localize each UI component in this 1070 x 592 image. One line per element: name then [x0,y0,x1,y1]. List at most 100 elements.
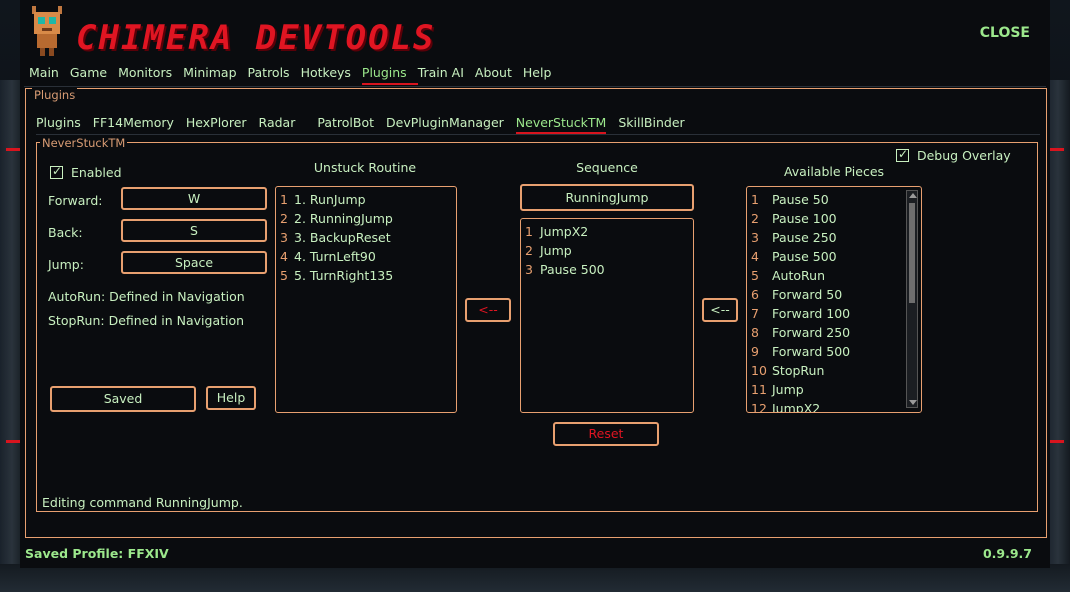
piece-item[interactable]: 5 AutoRun [747,266,921,285]
tab-radar[interactable]: Radar [259,115,296,134]
jump-label: Jump: [48,257,84,272]
back-label: Back: [48,225,83,240]
row-label: 3. BackupReset [294,230,391,245]
scroll-thumb[interactable] [909,203,915,303]
frame-notch [1050,440,1064,443]
row-number: 2 [280,211,288,226]
scroll-up-icon[interactable] [909,193,917,198]
back-key-button[interactable]: S [121,219,267,242]
routine-item[interactable]: 5 5. TurnRight135 [276,266,456,285]
row-label: Pause 50 [772,192,829,207]
menu-item-game[interactable]: Game [70,65,118,85]
piece-item[interactable]: 7 Forward 100 [747,304,921,323]
menu-item-hotkeys[interactable]: Hotkeys [301,65,362,85]
piece-item[interactable]: 8 Forward 250 [747,323,921,342]
row-number: 12 [751,401,767,413]
unstuck-routine-title: Unstuck Routine [313,160,417,175]
tab-devpluginmanager[interactable]: DevPluginManager [386,115,504,134]
menu-item-minimap[interactable]: Minimap [183,65,247,85]
sequence-item[interactable]: 2 Jump [521,241,693,260]
routine-item[interactable]: 2 2. RunningJump [276,209,456,228]
debug-overlay-checkbox-row[interactable]: Debug Overlay [896,147,1011,163]
row-number: 2 [751,211,759,226]
unstuck-routine-list[interactable]: 1 1. RunJump 2 2. RunningJump 3 3. BackupRese… [275,186,457,413]
main-menu: Main Game Monitors Minimap Patrols Hotkeys Plu… [29,65,562,85]
tabs-divider [36,134,1040,135]
saved-button[interactable]: Saved [50,386,196,412]
piece-item[interactable]: 6 Forward 50 [747,285,921,304]
row-number: 2 [525,243,533,258]
close-button[interactable]: CLOSE [980,25,1030,41]
menu-item-main[interactable]: Main [29,65,70,85]
menu-item-patrols[interactable]: Patrols [248,65,301,85]
row-label: Pause 500 [772,249,837,264]
sequence-title: Sequence [576,160,638,175]
row-number: 9 [751,344,759,359]
forward-key-button[interactable]: W [121,187,267,210]
tab-ff14memory[interactable]: FF14Memory [93,115,174,134]
sequence-item[interactable]: 1 JumpX2 [521,222,693,241]
piece-item[interactable]: 1 Pause 50 [747,190,921,209]
jump-key-button[interactable]: Space [121,251,267,274]
routine-item[interactable]: 3 3. BackupReset [276,228,456,247]
debug-overlay-checkbox[interactable] [896,147,909,162]
row-number: 4 [751,249,759,264]
help-button[interactable]: Help [206,386,256,410]
sequence-name-field[interactable]: RunningJump [520,184,694,211]
reset-button[interactable]: Reset [553,422,659,446]
row-number: 1 [751,192,759,207]
menu-item-plugins[interactable]: Plugins [361,65,418,85]
menu-item-help[interactable]: Help [523,65,563,85]
piece-item[interactable]: 9 Forward 500 [747,342,921,361]
tab-hexplorer[interactable]: HexPlorer [186,115,247,134]
row-label: Pause 250 [772,230,837,245]
stoprun-text: StopRun: Defined in Navigation [48,313,245,328]
enabled-checkbox-row[interactable]: Enabled [50,164,122,180]
frame-notch [1050,148,1064,151]
add-to-sequence-button[interactable]: <-- [702,298,738,322]
row-label: Jump [540,243,572,258]
piece-item[interactable]: 11 Jump [747,380,921,399]
row-label: Pause 500 [540,262,605,277]
row-number: 7 [751,306,759,321]
row-number: 11 [751,382,767,397]
menu-divider [24,86,1046,87]
routine-item[interactable]: 4 4. TurnLeft90 [276,247,456,266]
row-number: 8 [751,325,759,340]
add-to-routine-button[interactable]: <-- [465,298,511,322]
row-number: 5 [751,268,759,283]
forward-label: Forward: [48,193,103,208]
routine-item[interactable]: 1 1. RunJump [276,190,456,209]
row-label: Jump [772,382,804,397]
tab-plugins[interactable]: Plugins [36,115,81,134]
available-pieces-list[interactable]: 1 Pause 50 2 Pause 100 3 Pause 250 4 Pause 500 5… [746,186,922,413]
sequence-list[interactable]: 1 JumpX2 2 Jump 3 Pause 500 [520,218,694,413]
menu-item-monitors[interactable]: Monitors [118,65,183,85]
tab-skillbinder[interactable]: SkillBinder [618,115,684,134]
frame-notch [6,440,20,443]
piece-item[interactable]: 12 JumpX2 [747,399,921,413]
row-label: Forward 500 [772,344,851,359]
sequence-item[interactable]: 3 Pause 500 [521,260,693,279]
tab-neverstucktm[interactable]: NeverStuckTM [515,115,607,134]
tab-patrolbot[interactable]: PatrolBot [317,115,374,134]
menu-item-train-ai[interactable]: Train AI [418,65,475,85]
saved-profile: Saved Profile: FFXIV [25,546,169,561]
plugins-group-label: Plugins [32,88,78,102]
row-number: 3 [280,230,288,245]
enabled-label: Enabled [70,165,122,180]
row-number: 4 [280,249,288,264]
menu-item-about[interactable]: About [475,65,523,85]
pieces-scrollbar[interactable] [906,190,918,408]
piece-item[interactable]: 3 Pause 250 [747,228,921,247]
piece-item[interactable]: 2 Pause 100 [747,209,921,228]
frame-bottom [0,564,1070,592]
piece-item[interactable]: 10 StopRun [747,361,921,380]
row-label: Pause 100 [772,211,837,226]
autorun-text: AutoRun: Defined in Navigation [48,289,245,304]
enabled-checkbox[interactable] [50,164,63,179]
scroll-down-icon[interactable] [909,400,917,405]
row-label: AutoRun [772,268,825,283]
piece-item[interactable]: 4 Pause 500 [747,247,921,266]
row-number: 1 [280,192,288,207]
